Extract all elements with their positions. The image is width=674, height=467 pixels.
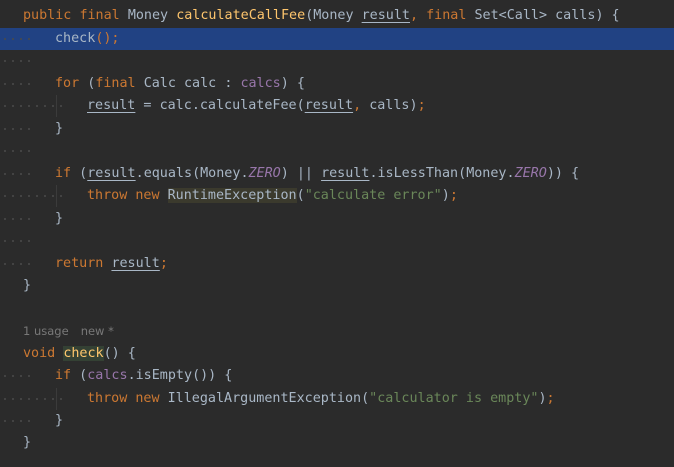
keyword-new: new xyxy=(135,188,160,203)
indent-dots xyxy=(0,185,64,207)
keyword-final: final xyxy=(79,8,120,23)
code-line-if-empty[interactable]: if (calcs.isEmpty()) { xyxy=(0,365,674,387)
keyword-return: return xyxy=(55,256,104,271)
code-line-close-brace[interactable]: } xyxy=(0,410,674,432)
keyword-throw: throw xyxy=(87,391,128,406)
var-result[interactable]: result xyxy=(87,166,135,181)
for-colon: : xyxy=(224,76,233,91)
type-calc: Calc xyxy=(143,76,176,91)
method-name-check[interactable]: check xyxy=(63,346,104,361)
method-calculate-fee[interactable]: calculateFee xyxy=(200,98,297,113)
author-hint[interactable]: new * xyxy=(81,324,114,338)
indent-dots xyxy=(0,208,32,230)
indent-dots xyxy=(0,50,32,72)
code-line-throw-runtime[interactable]: throw new RuntimeException("calculate er… xyxy=(0,185,674,207)
indent-dots xyxy=(0,365,32,387)
code-line-check-call[interactable]: check(); xyxy=(0,28,674,50)
method-is-less-than[interactable]: isLessThan xyxy=(378,166,459,181)
check-call[interactable]: check xyxy=(55,31,95,46)
var-result[interactable]: result xyxy=(111,256,159,271)
var-calls[interactable]: calls xyxy=(369,98,409,113)
var-result[interactable]: result xyxy=(321,166,369,181)
keyword-final: final xyxy=(95,76,136,91)
keyword-for: for xyxy=(55,76,80,91)
method-is-empty[interactable]: isEmpty xyxy=(136,368,192,383)
code-line-close-brace[interactable]: } xyxy=(0,275,674,297)
param-type-set: Set<Call> xyxy=(474,8,548,23)
return-type: Money xyxy=(127,8,169,23)
keyword-new: new xyxy=(135,391,160,406)
indent-dots xyxy=(0,253,32,275)
indent-dots xyxy=(0,230,32,252)
code-line-method-signature[interactable]: public final Money calculateCallFee(Mone… xyxy=(0,5,674,27)
code-line-blank xyxy=(0,140,674,162)
code-line-assignment[interactable]: result = calc.calculateFee(result, calls… xyxy=(0,95,674,117)
class-runtime-exception[interactable]: RuntimeException xyxy=(167,188,297,203)
method-name-calculate-call-fee[interactable]: calculateCallFee xyxy=(176,8,305,23)
param-type-money: Money xyxy=(313,8,354,23)
code-line-blank xyxy=(0,50,674,72)
usages-hint[interactable]: 1 usage xyxy=(23,324,69,338)
or-operator: || xyxy=(296,166,313,181)
keyword-public: public xyxy=(23,8,72,23)
indent-dots xyxy=(0,163,32,185)
string-calculator-is-empty: "calculator is empty" xyxy=(369,391,539,406)
indent-guide xyxy=(56,95,57,117)
indent-guide xyxy=(56,185,57,207)
code-line-close-brace[interactable]: } xyxy=(0,208,674,230)
code-line-close-brace[interactable]: } xyxy=(0,432,674,454)
param-result[interactable]: result xyxy=(362,8,410,23)
class-money[interactable]: Money xyxy=(200,166,240,181)
inlay-hint-line: 1 usage new * xyxy=(0,320,674,342)
code-editor[interactable]: public final Money calculateCallFee(Mone… xyxy=(0,0,674,467)
var-result[interactable]: result xyxy=(87,98,135,113)
code-line-for-loop[interactable]: for (final Calc calc : calcs) { xyxy=(0,73,674,95)
indent-dots xyxy=(0,28,32,50)
code-line-close-brace[interactable]: } xyxy=(0,118,674,140)
constant-zero[interactable]: ZERO xyxy=(515,166,547,181)
constant-zero[interactable]: ZERO xyxy=(249,166,281,181)
indent-dots xyxy=(0,118,32,140)
keyword-if: if xyxy=(55,166,72,181)
field-calcs[interactable]: calcs xyxy=(87,368,127,383)
field-calcs[interactable]: calcs xyxy=(240,76,280,91)
code-line-throw-illegal-arg[interactable]: throw new IllegalArgumentException("calc… xyxy=(0,388,674,410)
method-equals[interactable]: equals xyxy=(144,166,192,181)
code-line-blank xyxy=(0,230,674,252)
var-calc[interactable]: calc xyxy=(184,76,216,91)
code-line-if-condition[interactable]: if (result.equals(Money.ZERO) || result.… xyxy=(0,163,674,185)
keyword-if: if xyxy=(55,368,72,383)
indent-dots xyxy=(0,95,64,117)
keyword-void: void xyxy=(23,346,56,361)
indent-dots xyxy=(0,410,32,432)
param-calls[interactable]: calls xyxy=(555,8,595,23)
class-money[interactable]: Money xyxy=(466,166,506,181)
class-illegal-argument-exception[interactable]: IllegalArgumentException xyxy=(168,391,361,406)
indent-dots xyxy=(0,73,32,95)
code-line-check-signature[interactable]: void check() { xyxy=(0,343,674,365)
indent-dots xyxy=(0,388,64,410)
indent-dots xyxy=(0,140,32,162)
code-line-return[interactable]: return result; xyxy=(0,253,674,275)
keyword-final: final xyxy=(426,8,467,23)
keyword-throw: throw xyxy=(87,188,128,203)
string-calculate-error: "calculate error" xyxy=(304,188,442,203)
indent-guide xyxy=(56,388,57,410)
var-calc[interactable]: calc xyxy=(160,98,192,113)
var-result[interactable]: result xyxy=(305,98,353,113)
